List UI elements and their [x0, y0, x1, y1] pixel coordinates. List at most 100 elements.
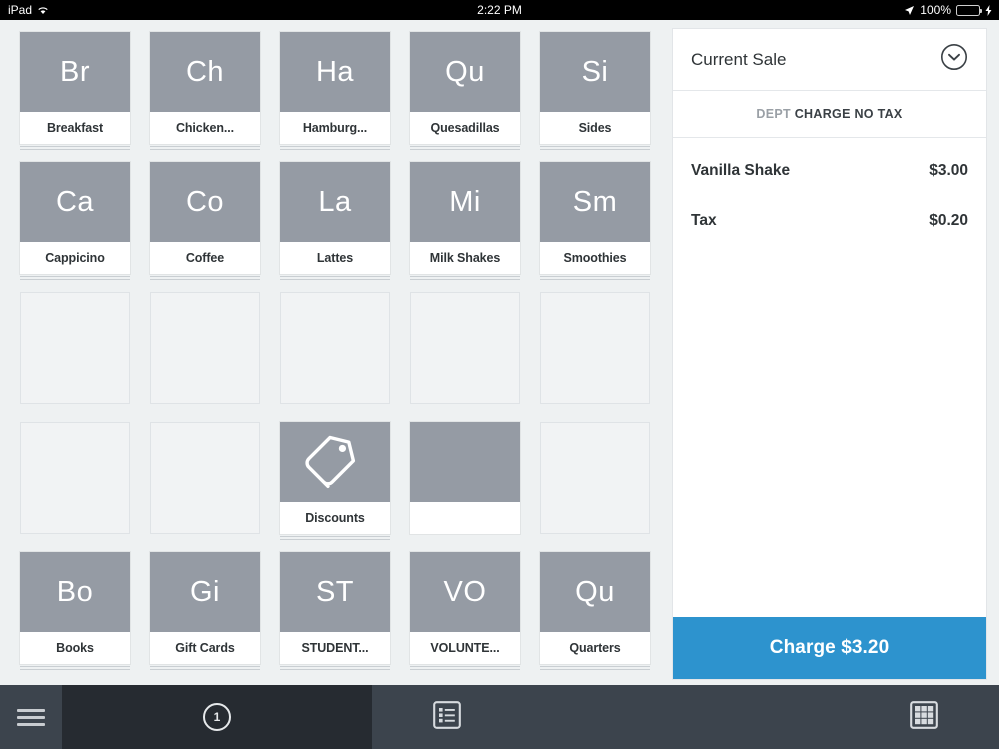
- dept-row: DEPT CHARGE NO TAX: [673, 91, 986, 138]
- tile-label: Breakfast: [20, 112, 130, 144]
- status-bar-right: 100%: [904, 3, 992, 17]
- tile-abbr: VO: [410, 552, 520, 632]
- tile-stack-lines: [280, 534, 390, 540]
- grid-row: Bo Books Gi Gift Cards ST STUDENT... VO …: [0, 552, 672, 682]
- tile-label: Cappicino: [20, 242, 130, 274]
- empty-tile[interactable]: [20, 292, 130, 410]
- tile-stack-lines: [540, 144, 650, 150]
- panel-header: Current Sale: [673, 29, 986, 91]
- empty-tile[interactable]: [20, 422, 130, 540]
- product-tile[interactable]: Mi Milk Shakes: [410, 162, 520, 280]
- product-tile[interactable]: Gi Gift Cards: [150, 552, 260, 670]
- tile-stack-lines: [280, 664, 390, 670]
- tile-stack-lines: [20, 664, 130, 670]
- tile-abbr: Qu: [540, 552, 650, 632]
- product-tile[interactable]: Ch Chicken...: [150, 32, 260, 150]
- product-tile[interactable]: Br Breakfast: [20, 32, 130, 150]
- sale-line-item[interactable]: Vanilla Shake $3.00: [673, 146, 986, 196]
- location-arrow-icon: [904, 5, 915, 16]
- empty-tile[interactable]: [540, 292, 650, 410]
- line-item-price: $0.20: [929, 212, 968, 229]
- price-tag-icon: [304, 427, 366, 497]
- grid-view-icon: [910, 700, 938, 734]
- empty-tile[interactable]: [150, 422, 260, 540]
- tile-abbr: Ca: [20, 162, 130, 242]
- tile-stack-lines: [410, 274, 520, 280]
- dept-prefix-label: DEPT: [756, 107, 791, 121]
- tile-abbr: Qu: [410, 32, 520, 112]
- current-sale-panel: Current Sale DEPT CHARGE NO TAX Vanilla …: [672, 28, 987, 680]
- product-tile[interactable]: Ca Cappicino: [20, 162, 130, 280]
- battery-percent-label: 100%: [920, 3, 951, 17]
- grid-row: [0, 292, 672, 422]
- hamburger-menu-icon: [17, 705, 45, 730]
- tile-label: Coffee: [150, 242, 260, 274]
- tile-stack-lines: [540, 664, 650, 670]
- empty-tile[interactable]: [150, 292, 260, 410]
- tile-stack-lines: [280, 144, 390, 150]
- tile-abbr: Sm: [540, 162, 650, 242]
- tile-abbr: Br: [20, 32, 130, 112]
- tile-stack-lines: [540, 274, 650, 280]
- tile-abbr: Co: [150, 162, 260, 242]
- grid-row: Ca Cappicino Co Coffee La Lattes Mi Milk…: [0, 162, 672, 292]
- tile-stack-lines: [410, 144, 520, 150]
- grid-row: Br Breakfast Ch Chicken... Ha Hamburg...: [0, 32, 672, 162]
- tile-stack-lines: [150, 144, 260, 150]
- product-tile[interactable]: Co Coffee: [150, 162, 260, 280]
- product-tile[interactable]: Sm Smoothies: [540, 162, 650, 280]
- product-tile[interactable]: Ha Hamburg...: [280, 32, 390, 150]
- product-tile[interactable]: [410, 422, 520, 540]
- product-tile[interactable]: ST STUDENT...: [280, 552, 390, 670]
- tile-label: Books: [20, 632, 130, 664]
- sale-items-list: Vanilla Shake $3.00 Tax $0.20: [673, 138, 986, 246]
- tile-label: Sides: [540, 112, 650, 144]
- tile-label: Milk Shakes: [410, 242, 520, 274]
- tile-label: Quarters: [540, 632, 650, 664]
- empty-tile[interactable]: [410, 292, 520, 410]
- tile-image: [280, 422, 390, 502]
- charge-button[interactable]: Charge $3.20: [673, 617, 986, 679]
- tile-label: [410, 502, 520, 534]
- empty-tile[interactable]: [280, 292, 390, 410]
- product-tile[interactable]: Qu Quarters: [540, 552, 650, 670]
- dept-name-label: CHARGE NO TAX: [794, 107, 903, 121]
- tile-label: VOLUNTE...: [410, 632, 520, 664]
- tile-abbr: Gi: [150, 552, 260, 632]
- product-tile[interactable]: VO VOLUNTE...: [410, 552, 520, 670]
- tile-stack-lines: [280, 274, 390, 280]
- tile-label: Chicken...: [150, 112, 260, 144]
- line-item-price: $3.00: [929, 162, 968, 179]
- chevron-down-circle-icon[interactable]: [940, 43, 968, 76]
- tile-abbr: Bo: [20, 552, 130, 632]
- tile-label: STUDENT...: [280, 632, 390, 664]
- product-tile[interactable]: Si Sides: [540, 32, 650, 150]
- line-item-name: Vanilla Shake: [691, 162, 791, 179]
- line-item-name: Tax: [691, 212, 717, 229]
- product-tile[interactable]: Bo Books: [20, 552, 130, 670]
- app-body: Br Breakfast Ch Chicken... Ha Hamburg...: [0, 20, 999, 685]
- tile-abbr: Mi: [410, 162, 520, 242]
- tab-current-sale[interactable]: 1: [62, 685, 372, 749]
- grid-row: Discounts: [0, 422, 672, 552]
- tab-grid-view[interactable]: [849, 685, 999, 749]
- tile-stack-lines: [20, 144, 130, 150]
- tile-label: Hamburg...: [280, 112, 390, 144]
- tile-stack-lines: [150, 274, 260, 280]
- hamburger-menu-button[interactable]: [0, 685, 62, 749]
- sale-line-item[interactable]: Tax $0.20: [673, 196, 986, 246]
- tile-label: Smoothies: [540, 242, 650, 274]
- list-view-icon: [433, 700, 461, 734]
- tab-list-view[interactable]: [372, 685, 522, 749]
- tile-abbr: Ha: [280, 32, 390, 112]
- product-tile[interactable]: Qu Quesadillas: [410, 32, 520, 150]
- tile-abbr: ST: [280, 552, 390, 632]
- discounts-tile[interactable]: Discounts: [280, 422, 390, 540]
- product-tile[interactable]: La Lattes: [280, 162, 390, 280]
- tile-abbr: Si: [540, 32, 650, 112]
- clock-label: 2:22 PM: [477, 3, 522, 17]
- empty-tile[interactable]: [540, 422, 650, 540]
- tile-stack-lines: [150, 664, 260, 670]
- sale-count-badge: 1: [203, 703, 231, 731]
